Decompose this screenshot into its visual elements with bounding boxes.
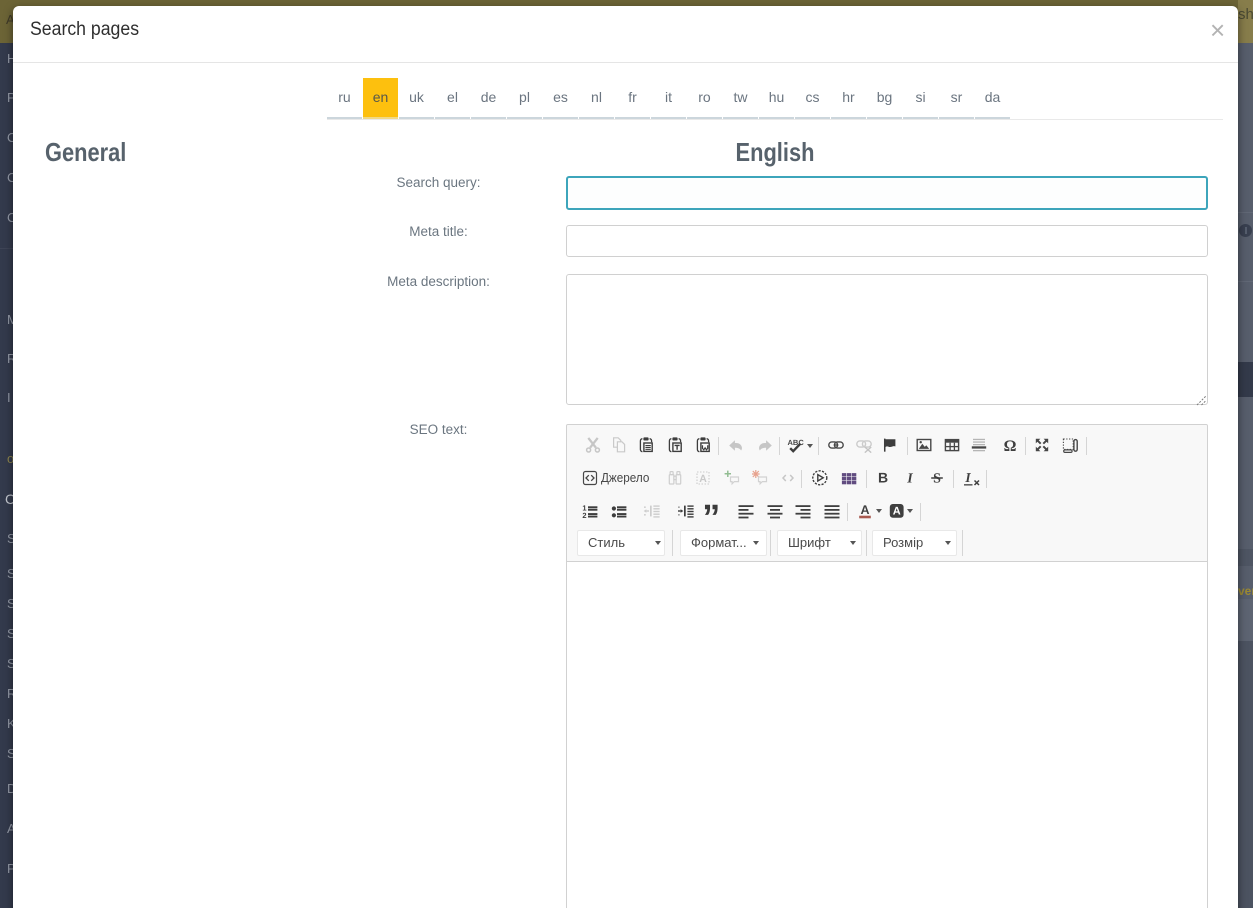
svg-text:”: ” xyxy=(702,503,718,519)
svg-text:A: A xyxy=(699,473,707,485)
svg-text:S: S xyxy=(933,472,941,486)
svg-text:A: A xyxy=(893,506,901,518)
svg-text:B: B xyxy=(878,470,888,486)
svg-text:I: I xyxy=(964,470,971,485)
svg-text:ABC: ABC xyxy=(788,438,805,447)
svg-text:Ω: Ω xyxy=(1004,438,1017,453)
svg-text:2: 2 xyxy=(582,511,586,519)
svg-text:I: I xyxy=(906,472,913,486)
svg-text:A: A xyxy=(860,503,869,517)
